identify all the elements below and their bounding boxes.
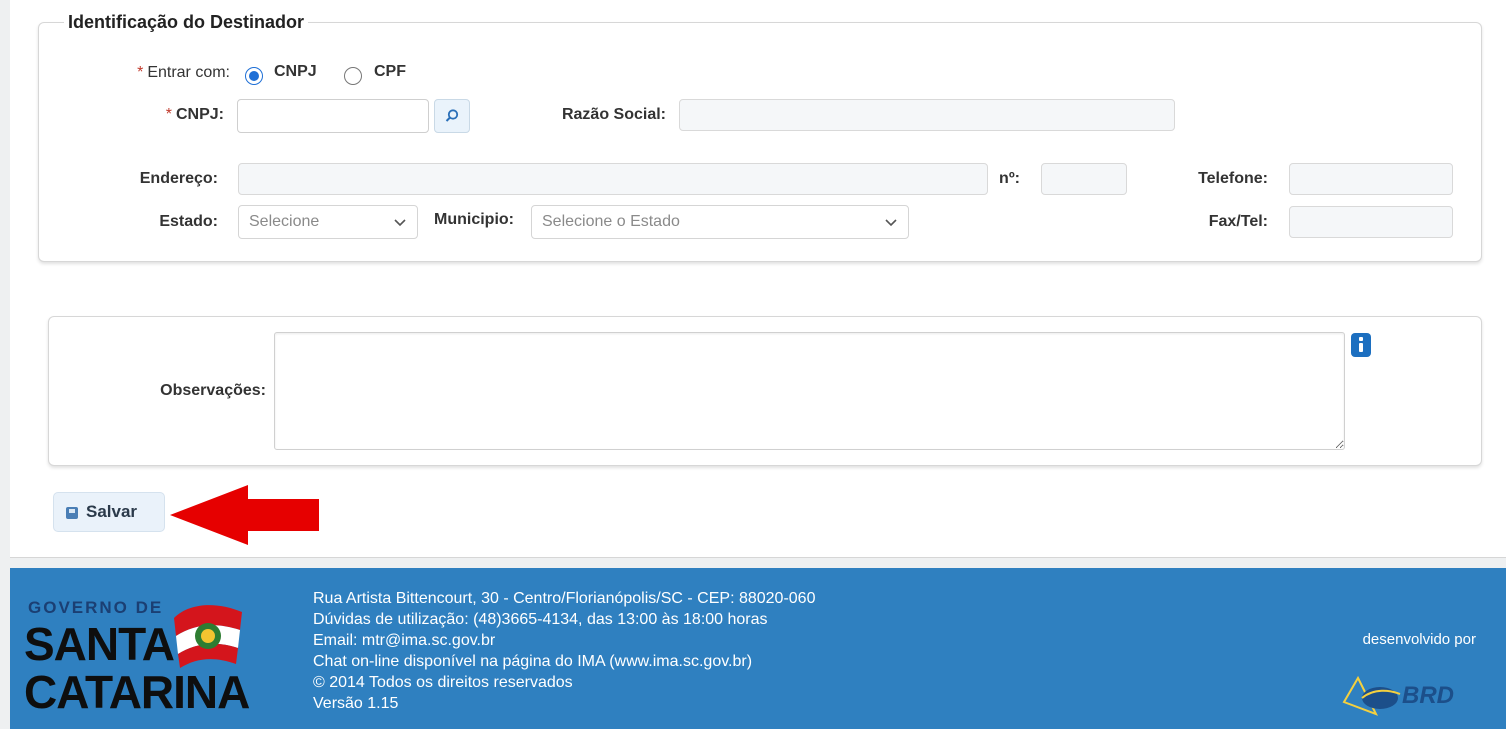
logo-catarina: CATARINA bbox=[24, 666, 250, 718]
entrar-com-label: * Entrar com: bbox=[100, 64, 230, 82]
radio-cnpj[interactable] bbox=[245, 67, 263, 85]
razao-social-label: Razão Social: bbox=[561, 106, 666, 123]
entrar-com-text: Entrar com: bbox=[147, 64, 230, 81]
save-button[interactable]: Salvar bbox=[53, 492, 165, 532]
municipio-select-value: Selecione o Estado bbox=[542, 213, 680, 230]
destinador-legend: Identificação do Destinador bbox=[64, 12, 309, 33]
footer-version: Versão 1.15 bbox=[313, 695, 399, 712]
radio-cpf[interactable] bbox=[344, 67, 362, 85]
chevron-down-icon bbox=[394, 219, 406, 227]
footer: GOVERNO DE SANTA CATARINA Rua Artista Bi… bbox=[10, 568, 1506, 729]
estado-select[interactable]: Selecione bbox=[238, 205, 418, 239]
radio-cpf-label: CPF bbox=[374, 63, 406, 80]
municipio-select[interactable]: Selecione o Estado bbox=[531, 205, 909, 239]
cnpj-search-button[interactable] bbox=[434, 99, 470, 133]
logo-governo-de: GOVERNO DE bbox=[28, 598, 164, 617]
estado-select-value: Selecione bbox=[249, 213, 320, 230]
required-mark: * bbox=[137, 64, 144, 81]
observacoes-textarea[interactable] bbox=[274, 332, 1345, 450]
red-arrow-icon bbox=[170, 485, 319, 545]
telefone-field[interactable] bbox=[1289, 163, 1453, 195]
required-mark: * bbox=[165, 106, 172, 123]
cnpj-input[interactable] bbox=[237, 99, 429, 133]
municipio-label: Municipio: bbox=[434, 211, 514, 228]
radio-cnpj-label: CNPJ bbox=[274, 63, 317, 80]
save-icon bbox=[66, 507, 78, 519]
footer-info: Rua Artista Bittencourt, 30 - Centro/Flo… bbox=[313, 588, 815, 714]
footer-address: Rua Artista Bittencourt, 30 - Centro/Flo… bbox=[313, 590, 816, 607]
chevron-down-icon bbox=[885, 219, 897, 227]
save-button-label: Salvar bbox=[86, 502, 138, 521]
developer-logo: BRD bbox=[1402, 682, 1454, 709]
estado-label: Estado: bbox=[159, 213, 218, 230]
state-flag-icon bbox=[174, 605, 242, 668]
footer-chat[interactable]: Chat on-line disponível na página do IMA… bbox=[313, 651, 815, 672]
cnpj-label: * CNPJ: bbox=[100, 106, 224, 124]
logo-santa: SANTA bbox=[24, 618, 175, 670]
cnpj-label-text: CNPJ: bbox=[175, 106, 224, 123]
developed-by-label: desenvolvido por bbox=[1362, 631, 1476, 648]
info-icon[interactable] bbox=[1351, 333, 1371, 357]
observacoes-label: Observações: bbox=[160, 382, 266, 399]
footer-email[interactable]: Email: mtr@ima.sc.gov.br bbox=[313, 630, 815, 651]
razao-social-field[interactable] bbox=[679, 99, 1175, 131]
numero-label: nº: bbox=[999, 170, 1020, 187]
endereco-field[interactable] bbox=[238, 163, 988, 195]
telefone-label: Telefone: bbox=[1198, 170, 1268, 187]
footer-copyright: © 2014 Todos os direitos reservados bbox=[313, 674, 573, 691]
endereco-label: Endereço: bbox=[139, 170, 218, 187]
fax-label: Fax/Tel: bbox=[1208, 213, 1268, 230]
fax-field[interactable] bbox=[1289, 206, 1453, 238]
search-icon bbox=[445, 109, 459, 122]
numero-field[interactable] bbox=[1041, 163, 1127, 195]
footer-help: Dúvidas de utilização: (48)3665-4134, da… bbox=[313, 611, 768, 628]
